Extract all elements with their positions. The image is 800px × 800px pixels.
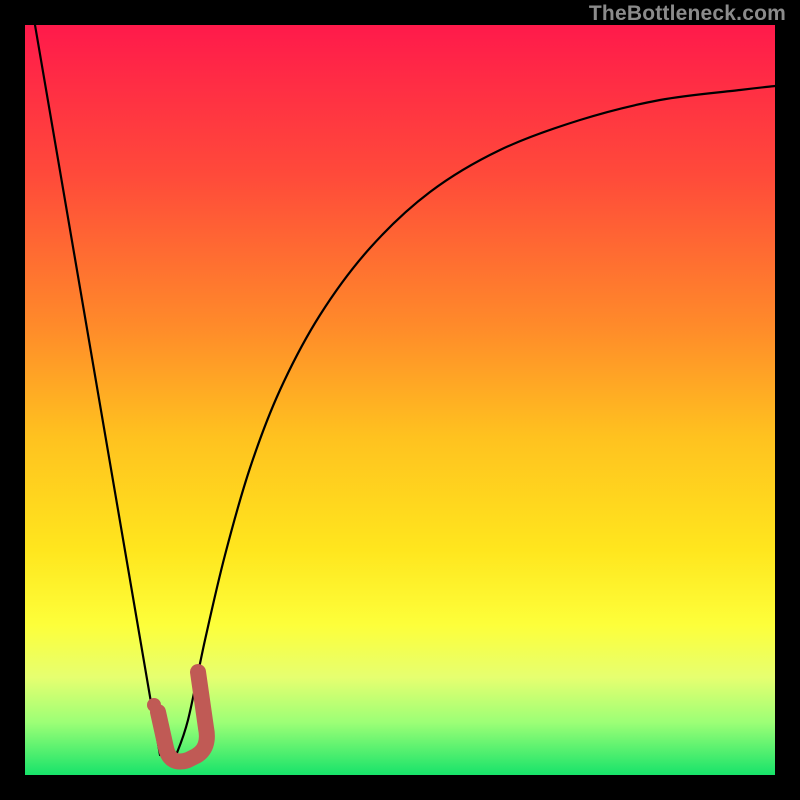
plot-area	[25, 25, 775, 775]
marker-dot-icon	[147, 698, 161, 712]
chart-svg	[0, 0, 800, 800]
chart-stage: TheBottleneck.com	[0, 0, 800, 800]
